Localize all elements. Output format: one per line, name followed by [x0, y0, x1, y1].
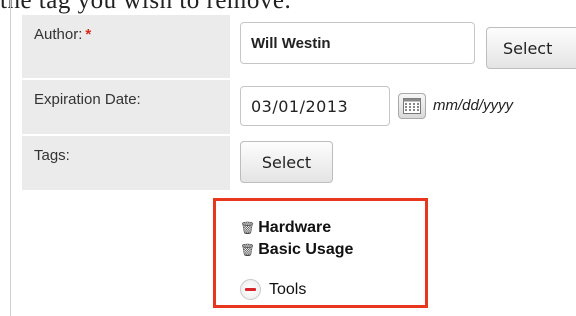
minus-circle-icon[interactable] — [240, 279, 261, 300]
expiration-date-input[interactable]: 03/01/2013 — [240, 86, 390, 126]
tag-name: Hardware — [258, 219, 332, 236]
removed-tag-name: Tools — [269, 280, 307, 298]
tags-label: Tags: — [22, 136, 230, 190]
author-label-text: Author: — [34, 26, 83, 43]
intro-text: the tag you wish to remove. — [0, 0, 292, 14]
tags-select-button[interactable]: Select — [240, 141, 333, 183]
tag-item: 🗑 Hardware — [240, 219, 331, 237]
author-label: Author: * — [22, 15, 230, 78]
author-input[interactable]: Will Westin — [240, 22, 475, 64]
trash-icon[interactable]: 🗑 — [240, 243, 255, 257]
required-mark: * — [85, 26, 92, 43]
author-select-button[interactable]: Select — [486, 27, 576, 69]
trash-icon[interactable]: 🗑 — [240, 221, 255, 235]
removed-tag-row: Tools — [240, 279, 306, 300]
divider-line — [10, 0, 11, 316]
calendar-icon[interactable] — [398, 93, 426, 119]
tag-item: 🗑 Basic Usage — [240, 241, 353, 259]
expiration-date-label: Expiration Date: — [22, 80, 230, 134]
tag-name: Basic Usage — [258, 241, 354, 258]
date-format-hint: mm/dd/yyyy — [433, 97, 514, 114]
tags-highlight-box: 🗑 Hardware 🗑 Basic Usage Tools — [213, 198, 428, 308]
